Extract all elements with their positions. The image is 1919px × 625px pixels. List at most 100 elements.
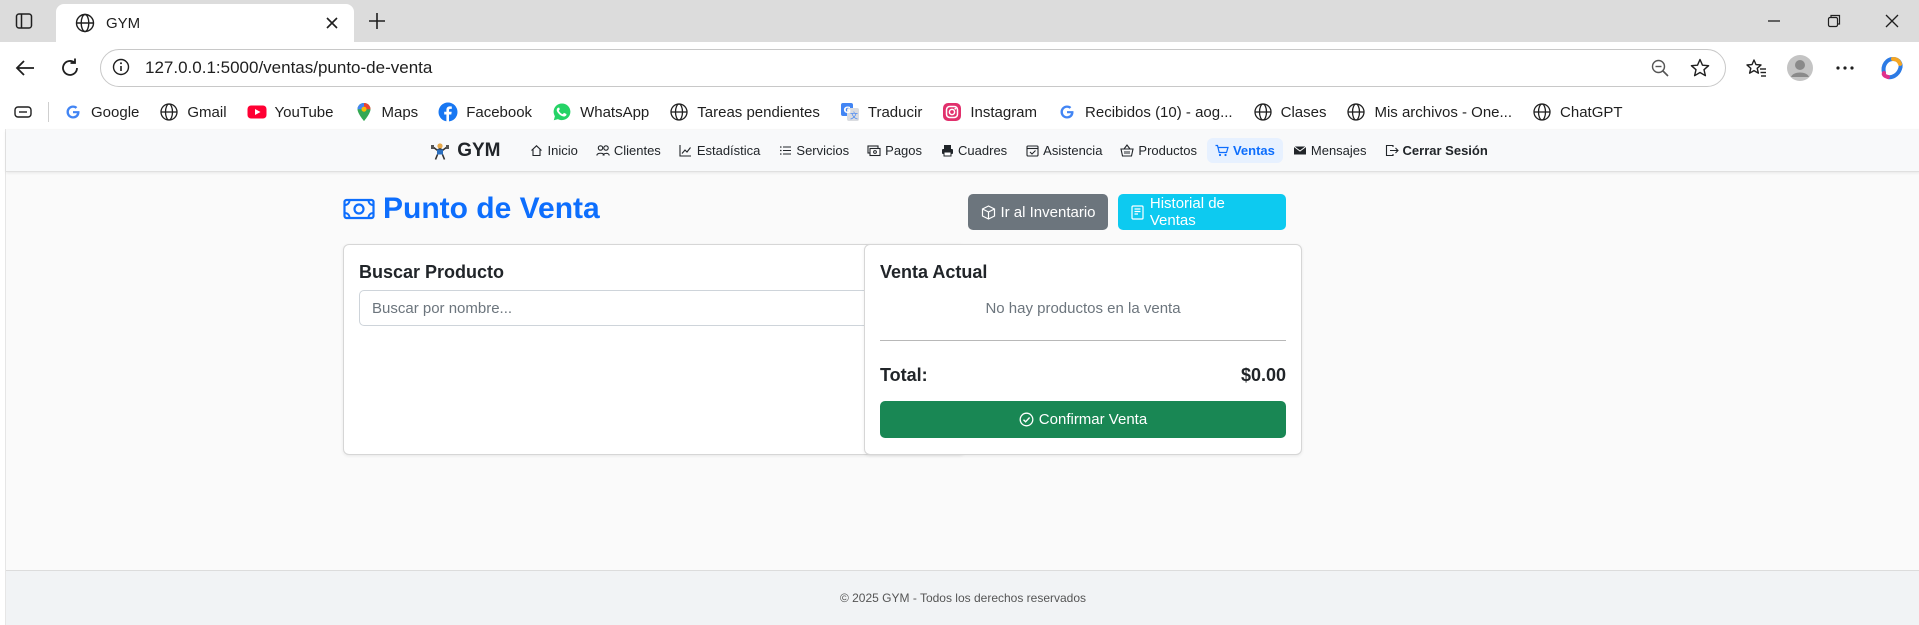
bookmark-gmail[interactable]: Gmail <box>159 102 227 122</box>
youtube-icon <box>247 102 267 122</box>
nav-label: Estadística <box>696 143 761 158</box>
sale-card-heading: Venta Actual <box>880 262 988 282</box>
nav-ventas[interactable]: Ventas <box>1206 138 1283 163</box>
page-title: Punto de Venta <box>343 192 600 226</box>
bookmark-recibidos[interactable]: Recibidos (10) - aog... <box>1057 102 1233 122</box>
whatsapp-icon <box>552 102 572 122</box>
product-search-input[interactable] <box>360 291 908 325</box>
confirm-sale-button[interactable]: Confirmar Venta <box>880 401 1286 438</box>
nav-pagos[interactable]: Pagos <box>859 138 930 163</box>
bookmark-tareas[interactable]: Tareas pendientes <box>669 102 820 122</box>
tab-title: GYM <box>106 14 141 32</box>
back-arrow-icon[interactable] <box>10 53 40 83</box>
site-navbar: GYM Inicio Clientes Estadística Servicio… <box>6 130 1919 172</box>
bookmark-label: Facebook <box>466 103 533 121</box>
maps-icon <box>354 102 374 122</box>
bookmark-clases[interactable]: Clases <box>1253 102 1327 122</box>
sales-history-button[interactable]: Historial de Ventas <box>1118 194 1286 230</box>
reload-icon[interactable] <box>55 53 85 83</box>
bookmark-label: Recibidos (10) - aog... <box>1085 103 1233 121</box>
bookmark-instagram[interactable]: Instagram <box>942 102 1037 122</box>
site-info-icon[interactable] <box>111 57 133 79</box>
favorites-icon[interactable] <box>1740 53 1772 83</box>
close-tab-icon[interactable] <box>320 11 344 35</box>
close-window-icon[interactable] <box>1870 8 1914 34</box>
page-viewport: GYM Inicio Clientes Estadística Servicio… <box>5 129 1919 625</box>
bookmark-youtube[interactable]: YouTube <box>247 102 334 122</box>
people-icon <box>596 144 610 158</box>
bookmark-maps[interactable]: Maps <box>354 102 419 122</box>
nav-label: Cerrar Sesión <box>1402 143 1488 158</box>
nav-servicios[interactable]: Servicios <box>770 138 857 163</box>
restore-icon[interactable] <box>1812 8 1856 34</box>
browser-tab[interactable]: GYM <box>56 4 354 42</box>
collections-icon[interactable] <box>12 101 34 123</box>
globe-icon <box>1532 102 1552 122</box>
bookmarks-bar: Google Gmail YouTube Maps Facebook Whats… <box>0 95 1919 129</box>
bookmark-label: Gmail <box>187 103 227 121</box>
cash-icon <box>867 144 881 158</box>
site-footer: © 2025 GYM - Todos los derechos reservad… <box>6 570 1919 625</box>
receipt-icon <box>1130 204 1146 220</box>
bookmark-label: YouTube <box>274 103 334 121</box>
inventory-button-label: Ir al Inventario <box>1000 203 1096 221</box>
sale-divider <box>880 340 1286 341</box>
cart-icon <box>1215 144 1229 158</box>
nav-mensajes[interactable]: Mensajes <box>1285 138 1375 163</box>
bookmark-label: ChatGPT <box>1560 103 1623 121</box>
confirm-sale-label: Confirmar Venta <box>1038 411 1148 428</box>
nav-productos[interactable]: Productos <box>1112 138 1205 163</box>
bookmark-label: Tareas pendientes <box>697 103 820 121</box>
nav-label: Pagos <box>885 143 923 158</box>
bookmark-label: Mis archivos - One... <box>1374 103 1513 121</box>
bookmark-traducir[interactable]: G文 Traducir <box>840 102 922 122</box>
bookmark-mis-archivos[interactable]: Mis archivos - One... <box>1346 102 1512 122</box>
instagram-icon <box>942 102 962 122</box>
zoom-out-icon[interactable] <box>1645 53 1675 83</box>
nav-label: Productos <box>1138 143 1197 158</box>
envelope-icon <box>1293 144 1307 158</box>
globe-icon <box>74 12 96 34</box>
bookmark-facebook[interactable]: Facebook <box>438 102 532 122</box>
facebook-icon <box>438 102 458 122</box>
bookmark-label: Maps <box>381 103 419 121</box>
bookmark-google[interactable]: Google <box>63 102 139 122</box>
nav-inicio[interactable]: Inicio <box>521 138 585 163</box>
sidebar-toggle-icon[interactable] <box>12 10 36 32</box>
nav-cuadres[interactable]: Cuadres <box>932 138 1015 163</box>
brand-link[interactable]: GYM <box>429 140 500 162</box>
search-input-group <box>359 290 949 326</box>
more-options-icon[interactable] <box>1829 53 1861 83</box>
bookmark-chatgpt[interactable]: ChatGPT <box>1532 102 1623 122</box>
empty-sale-message: No hay productos en la venta <box>985 300 1181 317</box>
nav-label: Servicios <box>796 143 850 158</box>
box-icon <box>980 204 996 220</box>
nav-cerrar-sesion[interactable]: Cerrar Sesión <box>1377 138 1496 163</box>
nav-label: Ventas <box>1232 143 1275 158</box>
address-bar[interactable]: 127.0.0.1:5000/ventas/punto-de-venta <box>100 49 1726 87</box>
nav-label: Asistencia <box>1043 143 1103 158</box>
footer-text: © 2025 GYM - Todos los derechos reservad… <box>839 591 1087 605</box>
translate-icon: G文 <box>840 102 860 122</box>
svg-text:文: 文 <box>850 111 858 121</box>
globe-icon <box>1346 102 1366 122</box>
current-sale-card: Venta Actual No hay productos en la vent… <box>864 244 1302 455</box>
bookmark-label: Clases <box>1280 103 1327 121</box>
browser-tab-bar: GYM <box>0 0 1919 42</box>
url-text[interactable]: 127.0.0.1:5000/ventas/punto-de-venta <box>145 58 1645 78</box>
copilot-icon[interactable] <box>1876 53 1908 83</box>
list-icon <box>778 144 792 158</box>
inventory-button[interactable]: Ir al Inventario <box>968 194 1108 230</box>
bookmark-label: Google <box>91 103 140 121</box>
minimize-icon[interactable] <box>1752 8 1796 34</box>
new-tab-icon[interactable] <box>364 8 390 34</box>
profile-avatar[interactable] <box>1784 53 1816 83</box>
house-icon <box>529 144 543 158</box>
google-icon <box>63 102 83 122</box>
nav-asistencia[interactable]: Asistencia <box>1017 138 1110 163</box>
globe-icon <box>669 102 689 122</box>
bookmark-whatsapp[interactable]: WhatsApp <box>552 102 649 122</box>
favorite-star-icon[interactable] <box>1685 53 1715 83</box>
nav-clientes[interactable]: Clientes <box>588 138 669 163</box>
nav-estadistica[interactable]: Estadística <box>671 138 769 163</box>
